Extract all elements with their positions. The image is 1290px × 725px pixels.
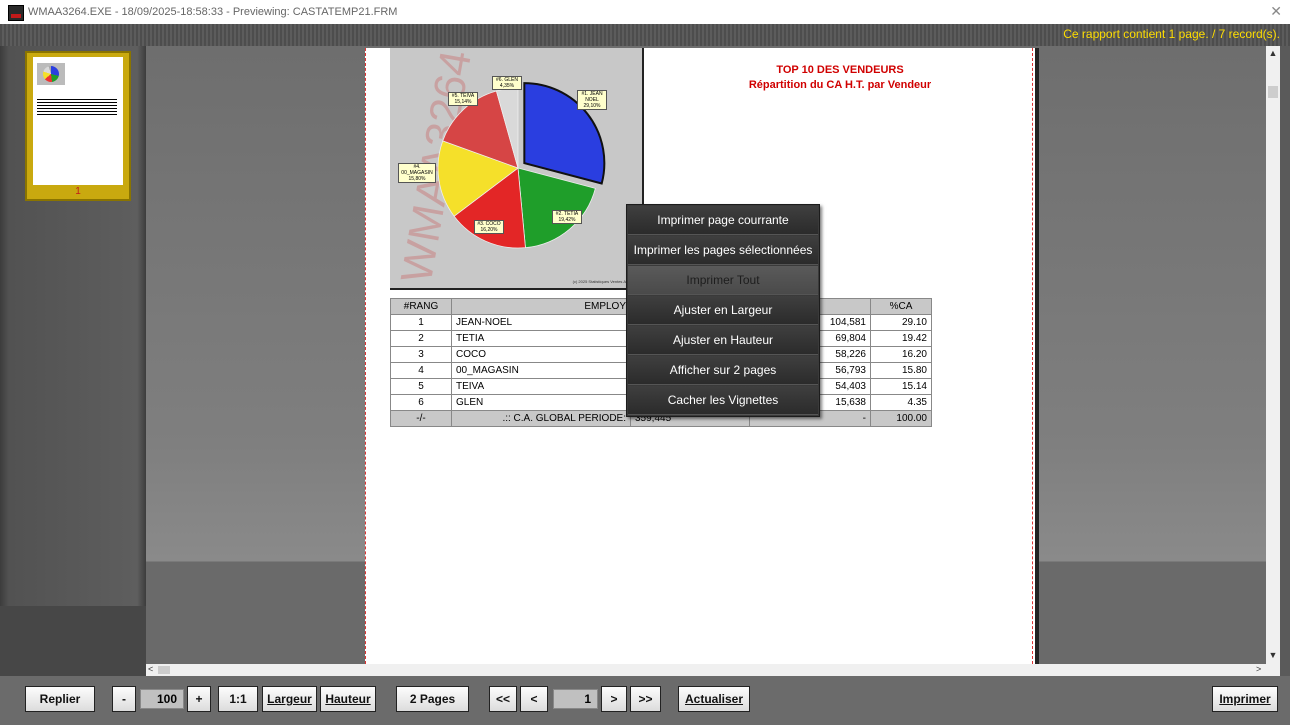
- actualiser-label: Actualiser: [684, 692, 744, 706]
- cell-pct: 15.14: [870, 378, 932, 395]
- vertical-scrollbar[interactable]: ▲ ▼: [1266, 46, 1280, 664]
- cell-employe: TEIVA: [451, 378, 631, 395]
- imprimer-button[interactable]: Imprimer: [1212, 686, 1278, 712]
- cell-pct: 29.10: [870, 314, 932, 331]
- header-pct-ca: %CA: [870, 298, 932, 315]
- hauteur-button[interactable]: Hauteur: [320, 686, 376, 712]
- thumbnail-table: [37, 99, 117, 115]
- menu-fit-height[interactable]: Ajuster en Hauteur: [628, 326, 818, 355]
- pie-label-4: #4. 00_MAGASIN 15,80%: [398, 163, 436, 183]
- prev-page-button[interactable]: <: [520, 686, 548, 712]
- thumbnail-sheet: [33, 57, 123, 185]
- zoom-field[interactable]: 100: [140, 689, 184, 709]
- scroll-up-icon[interactable]: ▲: [1266, 48, 1280, 58]
- pie-label-5: #5. TEIVA 15,14%: [448, 92, 478, 106]
- cell-employe: TETIA: [451, 330, 631, 347]
- pie-slice-2: [517, 167, 596, 249]
- report-title: TOP 10 DES VENDEURS: [776, 64, 904, 76]
- cell-rang: 1: [390, 314, 452, 331]
- app-icon: [8, 5, 24, 21]
- cell-employe: COCO: [451, 346, 631, 363]
- first-page-button[interactable]: <<: [489, 686, 517, 712]
- hauteur-label: Hauteur: [325, 692, 371, 706]
- zoom-out-button[interactable]: -: [112, 686, 136, 712]
- total-rang: -/-: [390, 410, 452, 427]
- report-subtitle: Répartition du CA H.T. par Vendeur: [748, 79, 932, 91]
- one-to-one-button[interactable]: 1:1: [218, 686, 258, 712]
- horizontal-scroll-thumb[interactable]: [158, 666, 170, 674]
- thumbnail-chart: [37, 63, 65, 85]
- cell-rang: 6: [390, 394, 452, 411]
- largeur-button[interactable]: Largeur: [262, 686, 317, 712]
- title-bar: WMAA3264.EXE - 18/09/2025-18:58:33 - Pre…: [0, 0, 1290, 24]
- cell-employe: GLEN: [451, 394, 631, 411]
- scroll-down-icon[interactable]: ▼: [1266, 650, 1280, 660]
- menu-print-current-page[interactable]: Imprimer page courrante: [628, 206, 818, 235]
- thumbnail-page-number: 1: [75, 186, 81, 197]
- actualiser-button[interactable]: Actualiser: [678, 686, 750, 712]
- cell-pct: 4.35: [870, 394, 932, 411]
- close-icon[interactable]: ✕: [1270, 3, 1282, 20]
- page-thumbnail[interactable]: 1: [25, 51, 131, 201]
- page-field[interactable]: 1: [553, 689, 598, 709]
- cell-rang: 4: [390, 362, 452, 379]
- vertical-scroll-thumb[interactable]: [1268, 86, 1278, 98]
- menu-two-pages[interactable]: Afficher sur 2 pages: [628, 356, 818, 385]
- cell-employe: JEAN-NOEL: [451, 314, 631, 331]
- right-margin-line: [1032, 48, 1033, 664]
- page-right-edge: [1035, 48, 1039, 664]
- cell-rang: 5: [390, 378, 452, 395]
- menu-fit-width[interactable]: Ajuster en Largeur: [628, 296, 818, 325]
- last-page-button[interactable]: >>: [630, 686, 661, 712]
- cell-pct: 19.42: [870, 330, 932, 347]
- cell-pct: 15.80: [870, 362, 932, 379]
- largeur-label: Largeur: [267, 692, 312, 706]
- replier-button[interactable]: Replier: [25, 686, 95, 712]
- menu-print-all[interactable]: Imprimer Tout: [628, 266, 818, 295]
- pie-label-6: #6. GLEN 4,35%: [492, 76, 522, 90]
- scroll-left-icon[interactable]: <: [148, 664, 153, 674]
- cell-pct: 16.20: [870, 346, 932, 363]
- pie-label-1: #1. JEAN NOEL 29,10%: [577, 90, 607, 110]
- cell-rang: 2: [390, 330, 452, 347]
- pie-chart-frame: WMAA3264 #1. JEAN NOEL 29,10% #2. TETIA …: [390, 47, 644, 290]
- context-menu: Imprimer page courrante Imprimer les pag…: [626, 204, 820, 417]
- total-pct: 100.00: [870, 410, 932, 427]
- pie-label-2: #2. TETIA 19,42%: [552, 210, 582, 224]
- imprimer-label: Imprimer: [1219, 692, 1271, 706]
- cell-rang: 3: [390, 346, 452, 363]
- cell-employe: 00_MAGASIN: [451, 362, 631, 379]
- two-pages-button[interactable]: 2 Pages: [396, 686, 469, 712]
- total-label: .:: C.A. GLOBAL PERIODE:: [451, 410, 631, 427]
- menu-hide-thumbnails[interactable]: Cacher les Vignettes: [628, 386, 818, 415]
- menu-print-selected-pages[interactable]: Imprimer les pages sélectionnées: [628, 236, 818, 265]
- scroll-right-icon[interactable]: >: [1256, 664, 1261, 674]
- zoom-in-button[interactable]: +: [187, 686, 211, 712]
- left-margin-line: [365, 48, 366, 664]
- status-text: Ce rapport contient 1 page. / 7 record(s…: [1063, 27, 1280, 41]
- window-title: WMAA3264.EXE - 18/09/2025-18:58:33 - Pre…: [28, 6, 398, 18]
- pie-label-3: #3. COCO 16,20%: [474, 220, 504, 234]
- header-rang: #RANG: [390, 298, 452, 315]
- thumbnail-panel-lower: [0, 606, 146, 676]
- horizontal-scrollbar[interactable]: < >: [146, 664, 1280, 676]
- next-page-button[interactable]: >: [601, 686, 627, 712]
- thumbnail-panel[interactable]: 1: [0, 46, 146, 676]
- header-employe: EMPLOY: [451, 298, 631, 315]
